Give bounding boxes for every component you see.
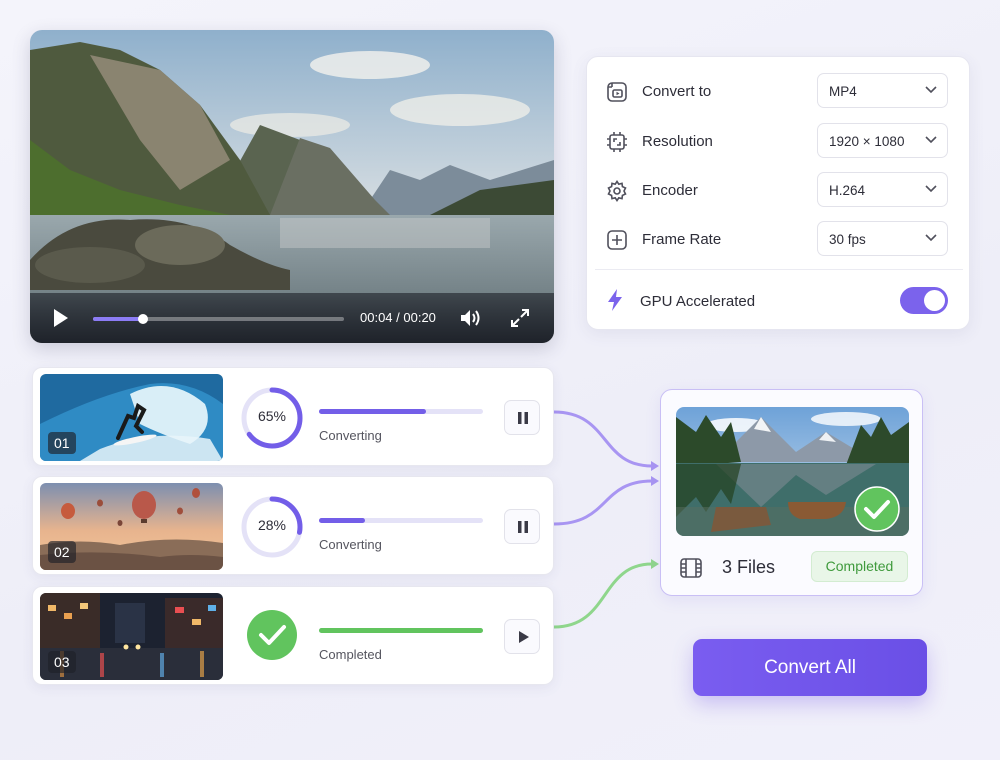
toggle-knob xyxy=(924,290,945,311)
output-card[interactable]: 3 Files Completed xyxy=(660,389,923,596)
item-index: 03 xyxy=(48,651,76,673)
seek-bar[interactable] xyxy=(93,314,344,324)
item-index: 01 xyxy=(48,432,76,454)
video-file-icon xyxy=(606,81,628,103)
progress-bar xyxy=(319,518,483,523)
resolution-select[interactable]: 1920 × 1080 xyxy=(817,123,948,158)
chevron-down-icon xyxy=(925,234,937,242)
player-controls: 00:04 / 00:20 xyxy=(30,293,554,343)
pause-button[interactable] xyxy=(504,400,540,435)
item-status: Completed xyxy=(319,647,382,662)
chevron-down-icon xyxy=(925,86,937,94)
setting-encoder: Encoder H.264 xyxy=(587,171,969,211)
volume-icon[interactable] xyxy=(459,307,483,334)
progress-bar xyxy=(319,409,483,414)
queue-item[interactable]: 03 Completed xyxy=(32,586,554,685)
setting-resolution: Resolution 1920 × 1080 xyxy=(587,122,969,162)
item-status: Converting xyxy=(319,428,382,443)
progress-percent: 28% xyxy=(257,517,287,533)
select-value: 30 fps xyxy=(829,232,866,247)
video-thumbnail: 01 xyxy=(40,374,223,461)
lightning-icon xyxy=(606,288,624,317)
video-thumbnail: 02 xyxy=(40,483,223,570)
completed-check-icon xyxy=(854,486,900,532)
convert-all-button[interactable]: Convert All xyxy=(693,639,927,696)
chevron-down-icon xyxy=(925,136,937,144)
gpu-accelerated-label: GPU Accelerated xyxy=(640,293,756,310)
seek-progress xyxy=(93,317,144,321)
seek-handle[interactable] xyxy=(138,314,149,324)
progress-percent: 65% xyxy=(257,408,287,424)
setting-convert-to: Convert to MP4 xyxy=(587,72,969,112)
format-select[interactable]: MP4 xyxy=(817,73,948,108)
video-player[interactable]: 00:04 / 00:20 xyxy=(30,30,554,343)
setting-label: Encoder xyxy=(642,182,698,199)
setting-label: Frame Rate xyxy=(642,231,722,248)
film-icon xyxy=(679,556,703,585)
progress-bar-fill xyxy=(319,409,426,414)
chevron-down-icon xyxy=(925,185,937,193)
setting-label: Resolution xyxy=(642,133,713,150)
progress-bar-fill xyxy=(319,518,365,523)
progress-bar xyxy=(319,628,483,633)
item-status: Converting xyxy=(319,537,382,552)
fullscreen-icon[interactable] xyxy=(510,308,530,333)
play-button[interactable] xyxy=(504,619,540,654)
gpu-accelerated-toggle[interactable] xyxy=(900,287,948,314)
progress-bar-fill xyxy=(319,628,483,633)
pause-button[interactable] xyxy=(504,509,540,544)
queue-item[interactable]: 01 65% Converting xyxy=(32,367,554,466)
frame-rate-icon xyxy=(606,229,628,251)
pause-icon xyxy=(518,412,528,424)
pause-icon xyxy=(518,521,528,533)
frame-rate-select[interactable]: 30 fps xyxy=(817,221,948,256)
select-value: 1920 × 1080 xyxy=(829,134,905,149)
play-icon[interactable] xyxy=(52,308,70,333)
encoder-select[interactable]: H.264 xyxy=(817,172,948,207)
setting-frame-rate: Frame Rate 30 fps xyxy=(587,220,969,260)
gear-icon xyxy=(606,180,628,202)
video-thumbnail: 03 xyxy=(40,593,223,680)
completed-check-icon xyxy=(247,610,297,660)
select-value: H.264 xyxy=(829,183,866,198)
play-icon xyxy=(519,631,529,643)
select-value: MP4 xyxy=(829,84,857,99)
queue-item[interactable]: 02 28% Converting xyxy=(32,476,554,575)
status-badge: Completed xyxy=(811,551,908,582)
setting-label: Convert to xyxy=(642,83,712,100)
files-count: 3 Files xyxy=(722,557,776,577)
resolution-icon xyxy=(606,131,628,153)
divider xyxy=(595,269,963,270)
item-index: 02 xyxy=(48,541,76,563)
conversion-settings-panel: Convert to MP4 Resolution 1920 × 1080 En… xyxy=(586,56,970,330)
playback-time: 00:04 / 00:20 xyxy=(360,310,436,325)
